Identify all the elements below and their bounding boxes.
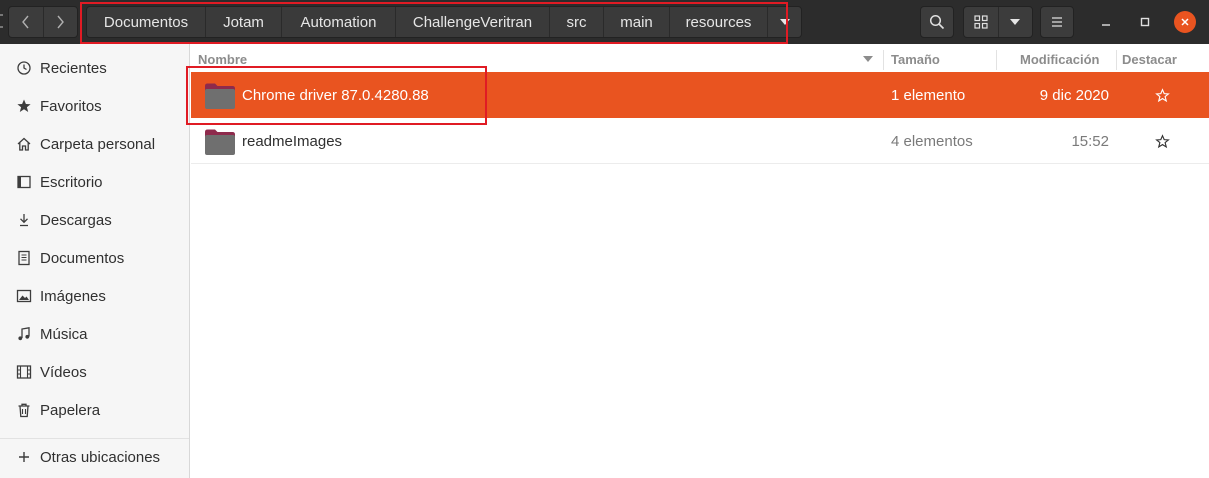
sidebar-item-label: Escritorio xyxy=(40,173,103,191)
sort-descending-icon xyxy=(863,56,873,62)
crumb-src[interactable]: src xyxy=(549,7,603,37)
close-button[interactable] xyxy=(1174,11,1196,33)
sidebar-separator xyxy=(0,438,189,439)
row-divider xyxy=(191,163,1209,164)
minimize-icon xyxy=(1102,24,1110,26)
column-separator xyxy=(996,50,997,70)
star-outline-icon xyxy=(1154,87,1170,102)
column-separator xyxy=(1116,50,1117,70)
file-modified: 15:52 xyxy=(1071,132,1109,150)
star-toggle[interactable] xyxy=(1153,118,1171,164)
sidebar-item-label: Descargas xyxy=(40,211,112,229)
column-header-name[interactable]: Nombre xyxy=(198,48,247,70)
recent-clock-icon xyxy=(15,59,33,77)
maximize-icon xyxy=(1140,17,1150,27)
navigation-buttons xyxy=(8,6,78,38)
column-headers: Nombre Tamaño Modificación Destacar xyxy=(191,48,1209,70)
image-icon xyxy=(15,287,33,305)
column-header-size[interactable]: Tamaño xyxy=(891,48,940,70)
file-name: readmeImages xyxy=(242,132,343,150)
crumb-documentos[interactable]: Documentos xyxy=(87,7,205,37)
grid-view-icon xyxy=(974,15,988,29)
sidebar-item-descargas[interactable]: Descargas xyxy=(0,204,189,236)
table-row[interactable]: readmeImages 4 elementos 15:52 xyxy=(191,118,1209,164)
main-menu-button[interactable] xyxy=(1040,6,1074,38)
forward-button[interactable] xyxy=(42,7,77,37)
view-buttons xyxy=(963,6,1033,38)
sidebar-item-carpeta-personal[interactable]: Carpeta personal xyxy=(0,128,189,160)
crumb-main[interactable]: main xyxy=(603,7,669,37)
music-icon xyxy=(15,325,33,343)
sidebar-item-label: Recientes xyxy=(40,59,107,77)
sidebar-item-escritorio[interactable]: Escritorio xyxy=(0,166,189,198)
triangle-down-icon xyxy=(1010,19,1021,25)
sidebar-item-label: Música xyxy=(40,325,88,343)
sidebar-item-musica[interactable]: Música xyxy=(0,318,189,350)
sidebar-item-documentos[interactable]: Documentos xyxy=(0,242,189,274)
star-toggle[interactable] xyxy=(1153,72,1171,118)
sidebar-item-favoritos[interactable]: Favoritos xyxy=(0,90,189,122)
sidebar-item-label: Carpeta personal xyxy=(40,135,156,153)
sidebar-item-label: Otras ubicaciones xyxy=(40,448,161,466)
hamburger-menu-icon xyxy=(1052,17,1062,27)
minimize-button[interactable] xyxy=(1096,12,1116,32)
file-size: 1 elemento xyxy=(891,86,966,104)
crumb-automation[interactable]: Automation xyxy=(281,7,395,37)
folder-icon xyxy=(205,83,235,109)
crumb-challengeveritran[interactable]: ChallengeVeritran xyxy=(395,7,549,37)
header-bar: Documentos Jotam Automation ChallengeVer… xyxy=(0,0,1209,44)
maximize-button[interactable] xyxy=(1135,12,1155,32)
sidebar-item-label: Imágenes xyxy=(40,287,106,305)
sidebar: Recientes Favoritos Carpeta personal Esc… xyxy=(0,44,190,478)
file-modified: 9 dic 2020 xyxy=(1039,86,1109,104)
close-icon xyxy=(1181,18,1189,26)
sidebar-item-videos[interactable]: Vídeos xyxy=(0,356,189,388)
path-bar: Documentos Jotam Automation ChallengeVer… xyxy=(86,6,802,38)
view-options-button[interactable] xyxy=(997,7,1032,37)
star-outline-icon xyxy=(1154,133,1170,148)
home-icon xyxy=(15,135,33,153)
video-icon xyxy=(15,363,33,381)
sidebar-item-papelera[interactable]: Papelera xyxy=(0,394,189,426)
crumb-jotam[interactable]: Jotam xyxy=(205,7,281,37)
column-separator xyxy=(883,50,884,70)
folder-icon xyxy=(205,129,235,155)
sidebar-item-label: Vídeos xyxy=(40,363,87,381)
chevron-right-icon xyxy=(57,15,65,29)
sidebar-item-otras-ubicaciones[interactable]: Otras ubicaciones xyxy=(0,441,189,473)
file-size: 4 elementos xyxy=(891,132,973,150)
sidebar-item-label: Favoritos xyxy=(40,97,102,115)
document-icon xyxy=(15,249,33,267)
plus-icon xyxy=(15,448,33,466)
download-icon xyxy=(15,211,33,229)
search-icon xyxy=(929,14,945,30)
column-header-modified[interactable]: Modificación xyxy=(1020,48,1099,70)
star-icon xyxy=(15,97,33,115)
path-menu-button[interactable] xyxy=(767,7,801,37)
column-header-starred[interactable]: Destacar xyxy=(1122,48,1177,70)
sidebar-item-label: Papelera xyxy=(40,401,101,419)
triangle-down-icon xyxy=(779,19,790,25)
desktop-icon xyxy=(15,173,33,191)
trash-icon xyxy=(15,401,33,419)
table-row[interactable]: Chrome driver 87.0.4280.88 1 elemento 9 … xyxy=(191,72,1209,118)
sidebar-item-imagenes[interactable]: Imágenes xyxy=(0,280,189,312)
back-button[interactable] xyxy=(9,7,43,37)
grid-view-button[interactable] xyxy=(964,7,998,37)
window-edge-mark xyxy=(0,14,3,28)
sidebar-item-label: Documentos xyxy=(40,249,125,267)
search-button[interactable] xyxy=(920,6,954,38)
chevron-left-icon xyxy=(22,15,29,29)
crumb-resources[interactable]: resources xyxy=(669,7,767,37)
file-list-view: Nombre Tamaño Modificación Destacar Chro… xyxy=(186,44,1209,478)
sidebar-item-recientes[interactable]: Recientes xyxy=(0,52,189,84)
file-name: Chrome driver 87.0.4280.88 xyxy=(242,86,429,104)
